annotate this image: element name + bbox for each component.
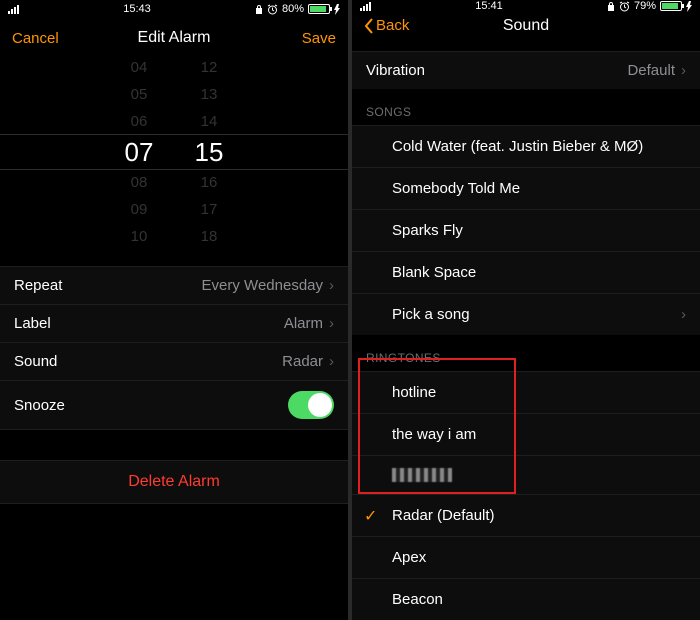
ringtone-custom-row[interactable]: hotline xyxy=(352,371,700,413)
label-row[interactable]: Label Alarm › xyxy=(0,304,348,342)
back-button[interactable]: Back xyxy=(364,17,424,34)
status-bar: 15:41 79% xyxy=(352,0,700,12)
charging-icon xyxy=(686,1,692,12)
battery-percent: 79% xyxy=(634,0,656,12)
cancel-button[interactable]: Cancel xyxy=(12,30,72,47)
pick-song-row[interactable]: Pick a song › xyxy=(352,293,700,335)
delete-alarm-button[interactable]: Delete Alarm xyxy=(0,460,348,504)
phone-edit-alarm: 15:43 80% Cancel Edit Alarm Save 04 05 0… xyxy=(0,0,348,620)
check-icon: ✓ xyxy=(364,506,377,526)
chevron-right-icon: › xyxy=(329,353,334,370)
row-label: Sound xyxy=(14,353,57,370)
alarm-icon xyxy=(619,1,630,12)
ringtone-row[interactable]: Beacon xyxy=(352,578,700,620)
battery-percent: 80% xyxy=(282,3,304,15)
redacted-text xyxy=(392,468,452,482)
phone-sound: 15:41 79% Back Sound Vibration Default ›… xyxy=(352,0,700,620)
status-time: 15:41 xyxy=(475,0,503,12)
song-row[interactable]: Cold Water (feat. Justin Bieber & MØ) xyxy=(352,125,700,167)
charging-icon xyxy=(334,4,340,15)
chevron-right-icon: › xyxy=(681,62,686,79)
hour-column[interactable]: 04 05 06 07 08 09 10 xyxy=(104,54,174,250)
chevron-right-icon: › xyxy=(681,306,686,323)
sound-row[interactable]: Sound Radar › xyxy=(0,342,348,380)
vibration-row[interactable]: Vibration Default › xyxy=(352,51,700,89)
row-label: Snooze xyxy=(14,397,65,414)
ringtone-custom-row[interactable]: the way i am xyxy=(352,413,700,455)
ringtone-row[interactable]: ✓ Radar (Default) xyxy=(352,494,700,536)
status-time: 15:43 xyxy=(123,3,151,15)
status-bar: 15:43 80% xyxy=(0,0,348,18)
ringtones-header: RINGTONES xyxy=(352,335,700,371)
songs-header: SONGS xyxy=(352,89,700,125)
chevron-left-icon xyxy=(364,18,374,34)
row-label: Repeat xyxy=(14,277,62,294)
chevron-right-icon: › xyxy=(329,277,334,294)
chevron-right-icon: › xyxy=(329,315,334,332)
snooze-row: Snooze xyxy=(0,380,348,430)
song-row[interactable]: Blank Space xyxy=(352,251,700,293)
row-label: Label xyxy=(14,315,51,332)
lock-icon xyxy=(255,4,263,15)
lock-icon xyxy=(607,1,615,12)
navbar: Cancel Edit Alarm Save xyxy=(0,18,348,58)
battery-icon xyxy=(660,1,682,11)
navbar: Back Sound xyxy=(352,12,700,39)
signal-icon xyxy=(360,2,371,11)
alarm-icon xyxy=(267,4,278,15)
minute-column[interactable]: 12 13 14 15 16 17 18 xyxy=(174,54,244,250)
battery-icon xyxy=(308,4,330,14)
save-button[interactable]: Save xyxy=(276,30,336,47)
page-title: Sound xyxy=(424,17,628,35)
song-row[interactable]: Sparks Fly xyxy=(352,209,700,251)
time-picker[interactable]: 04 05 06 07 08 09 10 12 13 14 15 16 17 1… xyxy=(0,62,348,242)
row-label: Vibration xyxy=(366,62,425,79)
signal-icon xyxy=(8,5,19,14)
ringtone-row[interactable]: Apex xyxy=(352,536,700,578)
page-title: Edit Alarm xyxy=(72,29,276,47)
song-row[interactable]: Somebody Told Me xyxy=(352,167,700,209)
ringtone-custom-row[interactable] xyxy=(352,455,700,494)
snooze-toggle[interactable] xyxy=(288,391,334,419)
repeat-row[interactable]: Repeat Every Wednesday › xyxy=(0,266,348,304)
